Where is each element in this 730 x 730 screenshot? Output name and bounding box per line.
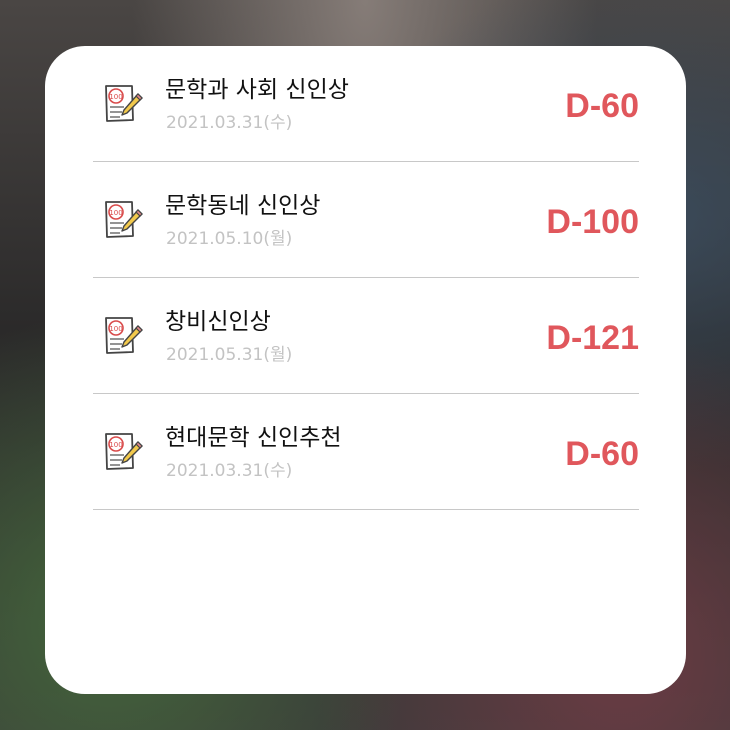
list-item[interactable]: 100 문학동네 신인상 2021.05.10(월) D-100 <box>93 162 639 278</box>
svg-text:100: 100 <box>109 441 122 449</box>
dday-count: D-121 <box>546 319 639 357</box>
contest-title: 창비신인상 <box>165 309 271 335</box>
exam-paper-pencil-icon: 100 <box>98 80 146 128</box>
list-item[interactable]: 100 문학과 사회 신인상 2021.03.31(수) D-60 <box>93 46 639 162</box>
contest-list: 100 문학과 사회 신인상 2021.03.31(수) D-60 100 문학… <box>93 46 639 510</box>
dday-count: D-60 <box>565 435 639 473</box>
contest-title: 문학동네 신인상 <box>165 193 321 219</box>
contest-title: 현대문학 신인추천 <box>165 425 342 451</box>
exam-paper-pencil-icon: 100 <box>98 428 146 476</box>
list-item[interactable]: 100 창비신인상 2021.05.31(월) D-121 <box>93 278 639 394</box>
contest-date: 2021.05.31(월) <box>166 345 293 365</box>
exam-paper-pencil-icon: 100 <box>98 196 146 244</box>
dday-count: D-100 <box>546 203 639 241</box>
list-item[interactable]: 100 현대문학 신인추천 2021.03.31(수) D-60 <box>93 394 639 510</box>
svg-text:100: 100 <box>109 93 122 101</box>
contest-date: 2021.03.31(수) <box>166 461 293 481</box>
dday-widget[interactable]: 100 문학과 사회 신인상 2021.03.31(수) D-60 100 문학… <box>45 46 686 694</box>
svg-text:100: 100 <box>109 209 122 217</box>
dday-count: D-60 <box>565 87 639 125</box>
contest-date: 2021.03.31(수) <box>166 113 293 133</box>
contest-title: 문학과 사회 신인상 <box>165 77 349 103</box>
svg-text:100: 100 <box>109 325 122 333</box>
exam-paper-pencil-icon: 100 <box>98 312 146 360</box>
contest-date: 2021.05.10(월) <box>166 229 293 249</box>
